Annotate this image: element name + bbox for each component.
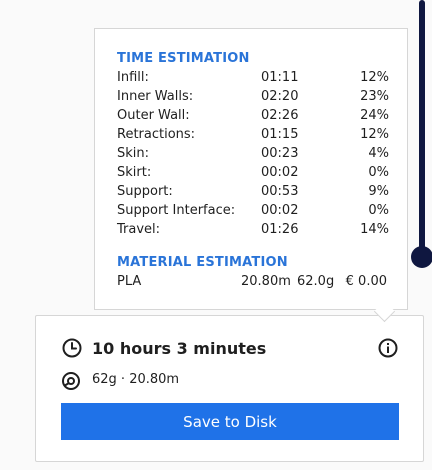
save-to-disk-button[interactable]: Save to Disk	[61, 403, 399, 440]
time-row-support: Support: 00:53 9%	[117, 183, 389, 201]
time-row-time: 00:53	[261, 184, 299, 199]
layer-slider-track[interactable]	[419, 0, 425, 256]
time-row-percent: 12%	[360, 70, 389, 85]
clock-icon	[62, 338, 82, 358]
time-row-time: 01:15	[261, 127, 299, 142]
time-row-support-interface: Support Interface: 00:02 0%	[117, 202, 389, 220]
time-row-time: 00:02	[261, 165, 299, 180]
time-row-label: Travel:	[117, 222, 161, 237]
time-row-retractions: Retractions: 01:15 12%	[117, 126, 389, 144]
info-icon[interactable]	[377, 337, 399, 359]
layer-slider-handle[interactable]	[411, 246, 432, 268]
time-estimation-title: TIME ESTIMATION	[117, 51, 250, 66]
material-summary: 62g · 20.80m	[92, 372, 180, 387]
time-row-skin: Skin: 00:23 4%	[117, 145, 389, 163]
print-time: 10 hours 3 minutes	[92, 339, 267, 358]
print-summary-panel: 10 hours 3 minutes 62g · 20.80m Save to …	[35, 315, 424, 462]
time-row-time: 01:26	[261, 222, 299, 237]
time-row-time: 00:02	[261, 203, 299, 218]
time-row-label: Skirt:	[117, 165, 152, 180]
time-row-percent: 12%	[360, 127, 389, 142]
time-row-percent: 24%	[360, 108, 389, 123]
material-length: 20.80m	[241, 274, 291, 289]
time-row-percent: 0%	[368, 203, 389, 218]
time-row-infill: Infill: 01:11 12%	[117, 69, 389, 87]
time-row-label: Support:	[117, 184, 173, 199]
time-row-percent: 9%	[368, 184, 389, 199]
time-row-percent: 0%	[368, 165, 389, 180]
spool-icon	[62, 372, 80, 390]
time-row-label: Skin:	[117, 146, 150, 161]
time-row-label: Inner Walls:	[117, 89, 194, 104]
material-cost: € 0.00	[345, 274, 387, 289]
material-row-pla: PLA 20.80m 62.0g € 0.00	[117, 273, 389, 291]
time-row-label: Infill:	[117, 70, 149, 85]
time-row-label: Retractions:	[117, 127, 196, 142]
print-info-tooltip: TIME ESTIMATION Infill: 01:11 12% Inner …	[94, 28, 408, 310]
time-row-inner-walls: Inner Walls: 02:20 23%	[117, 88, 389, 106]
material-name: PLA	[117, 274, 142, 289]
time-row-label: Support Interface:	[117, 203, 236, 218]
time-row-label: Outer Wall:	[117, 108, 190, 123]
material-estimation-title: MATERIAL ESTIMATION	[117, 255, 288, 270]
time-row-percent: 4%	[368, 146, 389, 161]
time-row-time: 00:23	[261, 146, 299, 161]
time-row-time: 01:11	[261, 70, 299, 85]
time-row-skirt: Skirt: 00:02 0%	[117, 164, 389, 182]
time-row-travel: Travel: 01:26 14%	[117, 221, 389, 239]
time-row-percent: 14%	[360, 222, 389, 237]
time-row-time: 02:26	[261, 108, 299, 123]
time-row-time: 02:20	[261, 89, 299, 104]
material-weight: 62.0g	[297, 274, 335, 289]
time-row-percent: 23%	[360, 89, 389, 104]
time-row-outer-wall: Outer Wall: 02:26 24%	[117, 107, 389, 125]
